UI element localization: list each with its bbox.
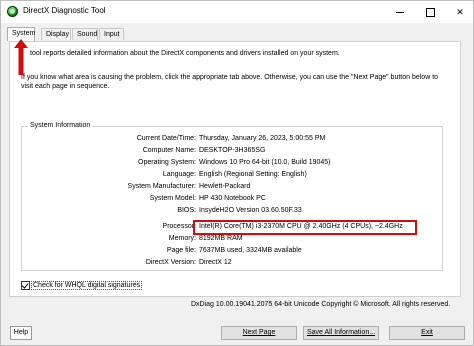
label-system-model: System Model:	[149, 195, 196, 202]
next-page-label: Next Page	[242, 329, 276, 336]
label-bios: BIOS:	[177, 207, 196, 214]
label-processor: Processor:	[162, 223, 196, 230]
row-current-date-time: Current Date/Time: Thursday, January 26,…	[22, 135, 442, 145]
row-page-file: Page file: 7637MB used, 3324MB available	[22, 247, 442, 257]
label-operating-system: Operating System:	[138, 159, 196, 166]
label-page-file: Page file:	[166, 247, 196, 254]
title-bar: DirectX Diagnostic Tool ✕	[1, 1, 473, 23]
tab-display[interactable]: Display	[41, 28, 71, 40]
copyright-text: DxDiag 10.00.19041.2075 64-bit Unicode C…	[191, 301, 451, 308]
value-system-manufacturer: Hewlett-Packard	[199, 183, 251, 190]
directx-diagnostic-window: DirectX Diagnostic Tool ✕ System Display…	[0, 0, 474, 346]
row-computer-name: Computer Name: DESKTOP-3H365SG	[22, 147, 442, 157]
label-language: Language:	[162, 171, 196, 178]
intro-instructions: If you know what area is causing the pro…	[21, 74, 439, 90]
close-button[interactable]: ✕	[445, 1, 474, 23]
checkbox-checked-icon[interactable]	[21, 281, 30, 290]
arrow-head	[14, 39, 28, 75]
next-page-button[interactable]: Next Page	[221, 326, 297, 340]
row-memory: Memory: 8192MB RAM	[22, 235, 442, 245]
label-memory: Memory:	[168, 235, 196, 242]
save-all-label: Save All Information...	[306, 329, 376, 336]
row-system-model: System Model: HP 430 Notebook PC	[22, 195, 442, 205]
value-language: English (Regional Setting: English)	[199, 171, 307, 178]
tab-sound[interactable]: Sound	[72, 28, 98, 40]
intro-text: tool reports detailed information about …	[30, 50, 340, 57]
maximize-button[interactable]	[415, 1, 445, 23]
label-directx-version: DirectX Version:	[145, 259, 196, 266]
close-icon: ✕	[456, 7, 464, 17]
system-information-group: System Information Current Date/Time: Th…	[21, 122, 443, 271]
label-system-manufacturer: System Manufacturer:	[127, 183, 196, 190]
minimize-icon	[396, 12, 404, 14]
row-system-manufacturer: System Manufacturer: Hewlett-Packard	[22, 183, 442, 193]
group-legend: System Information	[28, 122, 93, 129]
value-computer-name: DESKTOP-3H365SG	[199, 147, 266, 154]
save-all-information-button[interactable]: Save All Information...	[303, 326, 379, 340]
window-title: DirectX Diagnostic Tool	[23, 6, 106, 15]
maximize-icon	[425, 8, 435, 18]
label-current-date-time: Current Date/Time:	[136, 135, 196, 142]
value-memory: 8192MB RAM	[199, 235, 243, 242]
tab-input[interactable]: Input	[99, 28, 124, 40]
value-current-date-time: Thursday, January 26, 2023, 5:00:55 PM	[199, 135, 326, 142]
red-arrow-annotation	[14, 39, 28, 75]
system-tab-panel: tool reports detailed information about …	[9, 41, 461, 297]
row-directx-version: DirectX Version: DirectX 12	[22, 259, 442, 269]
row-language: Language: English (Regional Setting: Eng…	[22, 171, 442, 181]
value-operating-system: Windows 10 Pro 64-bit (10.0, Build 19045…	[199, 159, 331, 166]
exit-button[interactable]: Exit	[389, 326, 465, 340]
row-operating-system: Operating System: Windows 10 Pro 64-bit …	[22, 159, 442, 169]
value-system-model: HP 430 Notebook PC	[199, 195, 266, 202]
value-page-file: 7637MB used, 3324MB available	[199, 247, 302, 254]
help-button[interactable]: Help	[10, 326, 32, 340]
label-computer-name: Computer Name:	[142, 147, 196, 154]
value-directx-version: DirectX 12	[199, 259, 232, 266]
row-bios: BIOS: InsydeH2O Version 03.60.50F.33	[22, 207, 442, 217]
processor-highlight-box	[193, 220, 417, 235]
value-bios: InsydeH2O Version 03.60.50F.33	[199, 207, 302, 214]
whql-checkbox-label[interactable]: Check for WHQL digital signatures	[30, 281, 143, 291]
directx-app-icon	[7, 6, 18, 17]
exit-label: Exit	[421, 329, 433, 336]
whql-checkbox[interactable]: Check for WHQL digital signatures	[21, 281, 143, 291]
minimize-button[interactable]	[385, 1, 415, 23]
